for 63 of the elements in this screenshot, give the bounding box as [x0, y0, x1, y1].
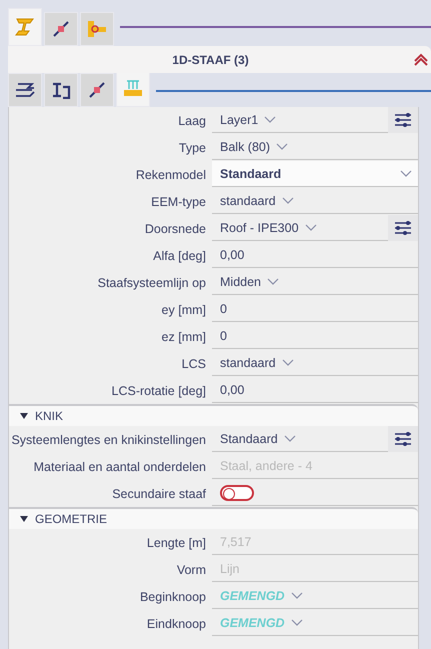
dropdown-value[interactable]: Standaard — [220, 432, 278, 446]
chevron-down-icon — [276, 142, 288, 150]
member-node-icon — [88, 81, 106, 99]
dropdown-value[interactable]: Roof - IPE300 — [220, 220, 299, 234]
field-value[interactable]: 0 — [220, 328, 227, 342]
dropdown-value: Standaard — [220, 166, 282, 180]
support-icon — [86, 19, 108, 39]
settings-icon — [394, 112, 412, 126]
field-label: Secundaire staaf — [111, 486, 207, 500]
chevron-down-icon — [284, 434, 296, 442]
collapse-icon — [413, 52, 429, 66]
settings-button[interactable] — [388, 107, 418, 132]
field-label: Materiaal en aantal onderdelen — [32, 460, 207, 474]
settings-icon — [394, 220, 412, 234]
toggle-switch[interactable] — [220, 484, 254, 500]
chevron-down-icon — [282, 196, 294, 204]
dropdown-value[interactable]: Layer1 — [220, 112, 258, 126]
field-label: Alfa [deg] — [152, 248, 207, 262]
field-label: EEM-type — [150, 194, 207, 208]
field-label: Type — [178, 140, 207, 154]
field-value[interactable]: 0,00 — [220, 248, 244, 262]
dropdown-value[interactable]: standaard — [220, 356, 276, 370]
field-label: Staafsysteemlijn op — [96, 276, 207, 290]
field-value[interactable]: 0,00 — [220, 382, 244, 396]
tab[interactable] — [44, 73, 78, 107]
field-label: LCS — [180, 356, 207, 370]
load-icon — [122, 78, 144, 98]
section-title: KNIK — [35, 409, 64, 423]
chevron-down-icon — [290, 618, 303, 626]
settings-button[interactable] — [388, 214, 418, 240]
dropdown-value[interactable]: Midden — [220, 274, 261, 288]
dropdown-value[interactable]: Balk (80) — [220, 140, 270, 154]
field-label: ey [mm] — [160, 302, 207, 316]
field-value[interactable]: 0 — [220, 302, 227, 316]
field-label: LCS-rotatie [deg] — [110, 384, 207, 398]
field-label: Doorsnede — [144, 222, 207, 236]
settings-icon — [394, 432, 412, 446]
member-node-icon — [52, 20, 70, 38]
chevron-down-icon — [290, 592, 303, 600]
section-header[interactable]: KNIK — [9, 404, 418, 426]
chevron-down-icon — [282, 358, 294, 366]
chevron-down-icon — [304, 224, 317, 232]
section-icon — [51, 81, 71, 99]
section-title: GEOMETRIE — [35, 512, 108, 526]
field-label: Lengte [m] — [146, 536, 207, 550]
tab[interactable] — [8, 73, 42, 107]
settings-button[interactable] — [388, 426, 418, 452]
chevron-down-icon — [264, 116, 276, 124]
chevron-down-icon — [267, 278, 279, 286]
field-label: Rekenmodel — [134, 168, 207, 182]
field-label: Laag — [177, 114, 207, 128]
field-label: ez [mm] — [160, 330, 207, 344]
dropdown-field[interactable]: Standaard — [212, 161, 418, 187]
section-header[interactable]: GEOMETRIE — [9, 507, 418, 529]
beam-icon — [14, 17, 36, 37]
field-label: Systeemlengtes en knikinstellingen — [10, 432, 207, 446]
layers-icon — [15, 81, 35, 99]
field-label: Eindknoop — [146, 616, 207, 630]
dropdown-value[interactable]: standaard — [220, 194, 276, 208]
panel-title: 1D-STAAF (3) — [171, 52, 250, 66]
field-label: Vorm — [176, 562, 207, 576]
chevron-down-icon — [400, 170, 412, 178]
field-label: Beginknoop — [138, 590, 207, 604]
